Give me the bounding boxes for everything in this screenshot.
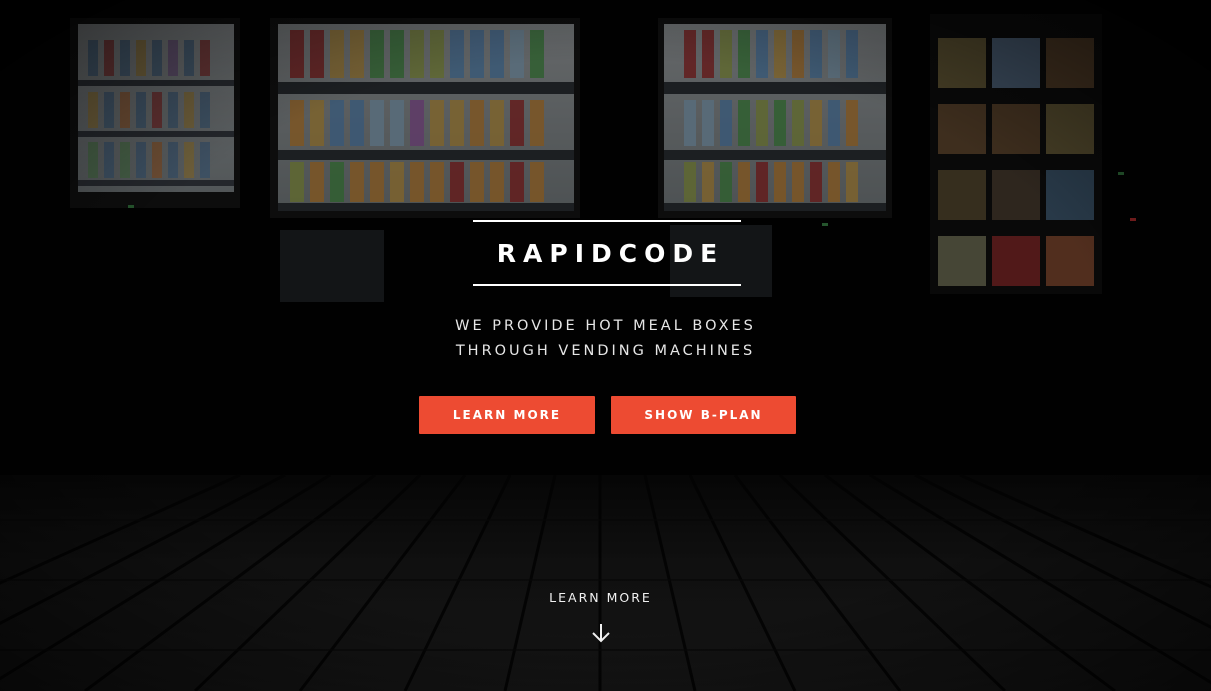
- learn-more-button[interactable]: LEARN MORE: [419, 396, 595, 434]
- logo[interactable]: RAPIDCODE: [473, 220, 741, 286]
- hero-section: RAPIDCODE WE PROVIDE HOT MEAL BOXES THRO…: [0, 0, 1211, 691]
- show-bplan-button[interactable]: SHOW B-PLAN: [611, 396, 796, 434]
- tagline-line-2: THROUGH VENDING MACHINES: [455, 343, 756, 359]
- tagline-line-1: WE PROVIDE HOT MEAL BOXES: [455, 318, 756, 334]
- arrow-down-icon[interactable]: [590, 622, 612, 644]
- logo-text: RAPIDCODE: [496, 238, 725, 268]
- hero-content: RAPIDCODE WE PROVIDE HOT MEAL BOXES THRO…: [0, 0, 1211, 691]
- scroll-learn-more-link[interactable]: LEARN MORE: [0, 590, 1201, 605]
